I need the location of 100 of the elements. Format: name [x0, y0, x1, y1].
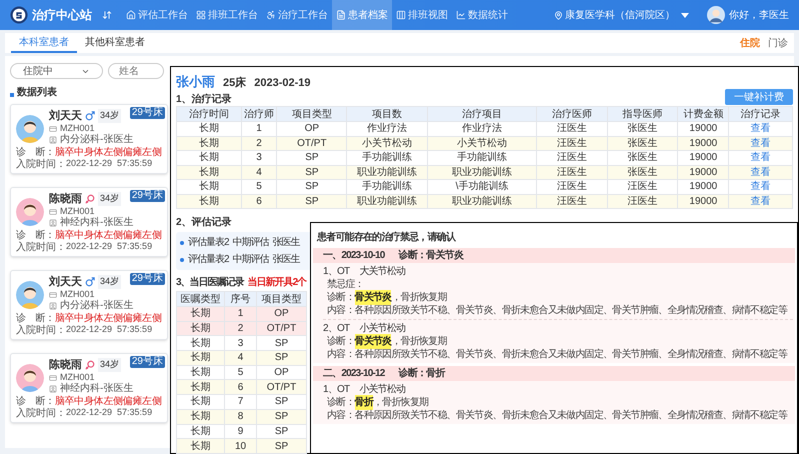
bed-badge: 29号床	[130, 190, 165, 202]
patient-card[interactable]: 陈晓雨 34岁 MZH001 神经内科-张医生 诊 断：脑卒中身体左侧偏瘫左侧 入院时间：2022-12-29 57:35:59 29号床	[10, 353, 168, 423]
id-card-icon	[49, 374, 57, 382]
table-cell: SP	[256, 438, 306, 454]
male-icon	[85, 277, 95, 287]
patient-id: MZH001	[60, 204, 95, 216]
bed-badge: 29号床	[130, 356, 165, 368]
nav-tab[interactable]: 排班工作台	[192, 0, 262, 30]
id-card-icon	[49, 124, 57, 132]
panel-title: 患者可能存在的治疗禁忌，请确认	[316, 231, 457, 245]
user-greeting: 你好，李医生	[729, 8, 789, 22]
table-cell: 汪医生	[536, 150, 608, 165]
nav-tab[interactable]: 评估工作台	[122, 0, 192, 30]
table-cell: 长期	[176, 194, 242, 208]
admission-time: 2022-12-29 57:35:59	[66, 323, 152, 336]
table-cell: 19000	[678, 122, 729, 136]
nav-tab[interactable]: 治疗工作台	[262, 0, 332, 30]
status-select[interactable]: 住院中	[10, 63, 103, 79]
patient-id: MZH001	[60, 122, 95, 134]
section-title: 3、当日医嘱记录	[176, 276, 244, 290]
patient-name: 陈晓雨	[49, 192, 82, 207]
group-diagnosis: 诊断：骨折	[398, 366, 445, 381]
assessment-text: 中期评估	[232, 252, 269, 267]
table-cell: 张医生	[607, 122, 678, 136]
admission-label: 入院时间：	[16, 406, 66, 420]
location-pin-icon	[554, 10, 563, 20]
name-field[interactable]: 姓名	[108, 63, 164, 79]
nav-tab[interactable]: 数据统计	[452, 0, 512, 30]
table-cell: OP	[256, 306, 306, 322]
table-cell: 长期	[176, 306, 224, 322]
section-title: 2、评估记录	[176, 217, 233, 229]
department-text: 内分泌科-张医生	[60, 300, 134, 312]
id-card-icon	[49, 208, 57, 216]
nav-tab[interactable]: 排班视图	[392, 0, 452, 30]
table-cell: 手功能训练	[427, 150, 537, 165]
table-cell: 长期	[176, 350, 224, 366]
section-title: 1、治疗记录	[176, 94, 232, 106]
line-label: 内容：	[327, 348, 355, 362]
department-icon	[49, 385, 57, 393]
table-cell: 19000	[678, 194, 729, 208]
age-tag: 34岁	[98, 358, 122, 372]
bed-number: 25床	[223, 76, 246, 91]
record-date: 2023-02-19	[254, 76, 311, 91]
column-header: 治疗医师	[536, 106, 608, 122]
group-date: 一、2023-10-10	[323, 249, 385, 263]
nav-tab[interactable]: 患者档案	[332, 0, 392, 30]
assessment-text: 评估量表2	[188, 252, 229, 267]
department-selector[interactable]: 康复医学科（信河院区）	[565, 8, 675, 22]
column-header: 治疗时间	[176, 106, 242, 122]
bed-badge: 29号床	[130, 273, 165, 285]
patient-name: 刘天天	[49, 108, 82, 124]
female-icon	[85, 194, 95, 204]
table-cell: 汪医生	[536, 122, 608, 136]
patient-id: MZH001	[60, 370, 95, 382]
sub-tab[interactable]: 其他科室患者	[77, 33, 153, 53]
admission-time: 2022-12-29 57:35:59	[66, 240, 152, 254]
male-icon	[85, 111, 95, 121]
visit-type-toggle[interactable]: 门诊	[768, 36, 788, 50]
table-cell: SP	[276, 150, 347, 165]
diagnosis-text: 脑卒中身体左侧偏瘫左侧	[54, 312, 162, 325]
department-text: 神经内科-张医生	[60, 383, 134, 395]
line-text: ，骨折恢复期	[391, 290, 447, 304]
logo-icon	[10, 6, 28, 24]
dropdown-icon[interactable]	[681, 12, 689, 18]
patient-name: 张小雨	[176, 73, 215, 91]
patient-id: MZH001	[60, 288, 95, 300]
bed-badge: 29号床	[130, 107, 165, 119]
column-header: 治疗项目	[427, 106, 537, 122]
table-cell: 3	[241, 150, 277, 165]
table-cell: SP	[256, 350, 306, 366]
department-icon	[49, 302, 57, 310]
patient-name: 陈晓雨	[49, 358, 82, 373]
sub-tab[interactable]: 本科室患者	[11, 33, 77, 53]
line-label: 内容：	[327, 304, 355, 318]
visit-type-toggle[interactable]: 住院	[740, 36, 760, 50]
billing-button[interactable]: 一键补计费	[725, 89, 793, 105]
admission-label: 入院时间：	[16, 158, 66, 172]
assessment-text: 中期评估	[232, 236, 269, 250]
line-text: ，骨折恢复期	[373, 396, 428, 410]
patient-card[interactable]: 刘天天 34岁 MZH001 内分泌科-张医生 诊 断：脑卒中身体左侧偏瘫左侧 入院时间：2022-12-29 57:35:59 29号床	[10, 270, 168, 340]
admission-time: 2022-12-29 57:35:59	[66, 157, 152, 170]
patient-card[interactable]: 刘天天 34岁 MZH001 内分泌科-张医生 诊 断：脑卒中身体左侧偏瘫左侧 入院时间：2022-12-29 57:35:59 29号床	[10, 104, 168, 174]
table-cell: 1	[224, 306, 256, 322]
columns-icon	[396, 10, 406, 20]
list-title: 数据列表	[17, 86, 57, 100]
line-text: 各种原因所致关节不稳、骨关节炎、骨折未愈合又未做内固定、骨关节肿瘤、全身情况稽查、病情不稳定等	[354, 304, 788, 318]
chart-icon	[456, 10, 466, 20]
department-icon	[49, 136, 57, 144]
department-text: 神经内科-张医生	[60, 217, 134, 229]
line-text: ，骨折恢复期	[391, 334, 447, 348]
table-cell: 职业功能训练	[346, 194, 428, 208]
table-cell: 7	[224, 394, 256, 410]
assessment-text: 评估量表2	[188, 236, 229, 250]
female-icon	[85, 360, 95, 370]
table-cell: 长期	[176, 438, 224, 454]
table-cell: 长期	[176, 409, 224, 424]
patient-card[interactable]: 陈晓雨 34岁 MZH001 神经内科-张医生 诊 断：脑卒中身体左侧偏瘫左侧 入院时间：2022-12-29 57:35:59 29号床	[10, 187, 168, 257]
diagnosis-label: 诊 断：	[16, 228, 55, 242]
diagnosis-label: 诊 断：	[16, 394, 55, 408]
user-avatar-icon[interactable]	[707, 6, 725, 24]
